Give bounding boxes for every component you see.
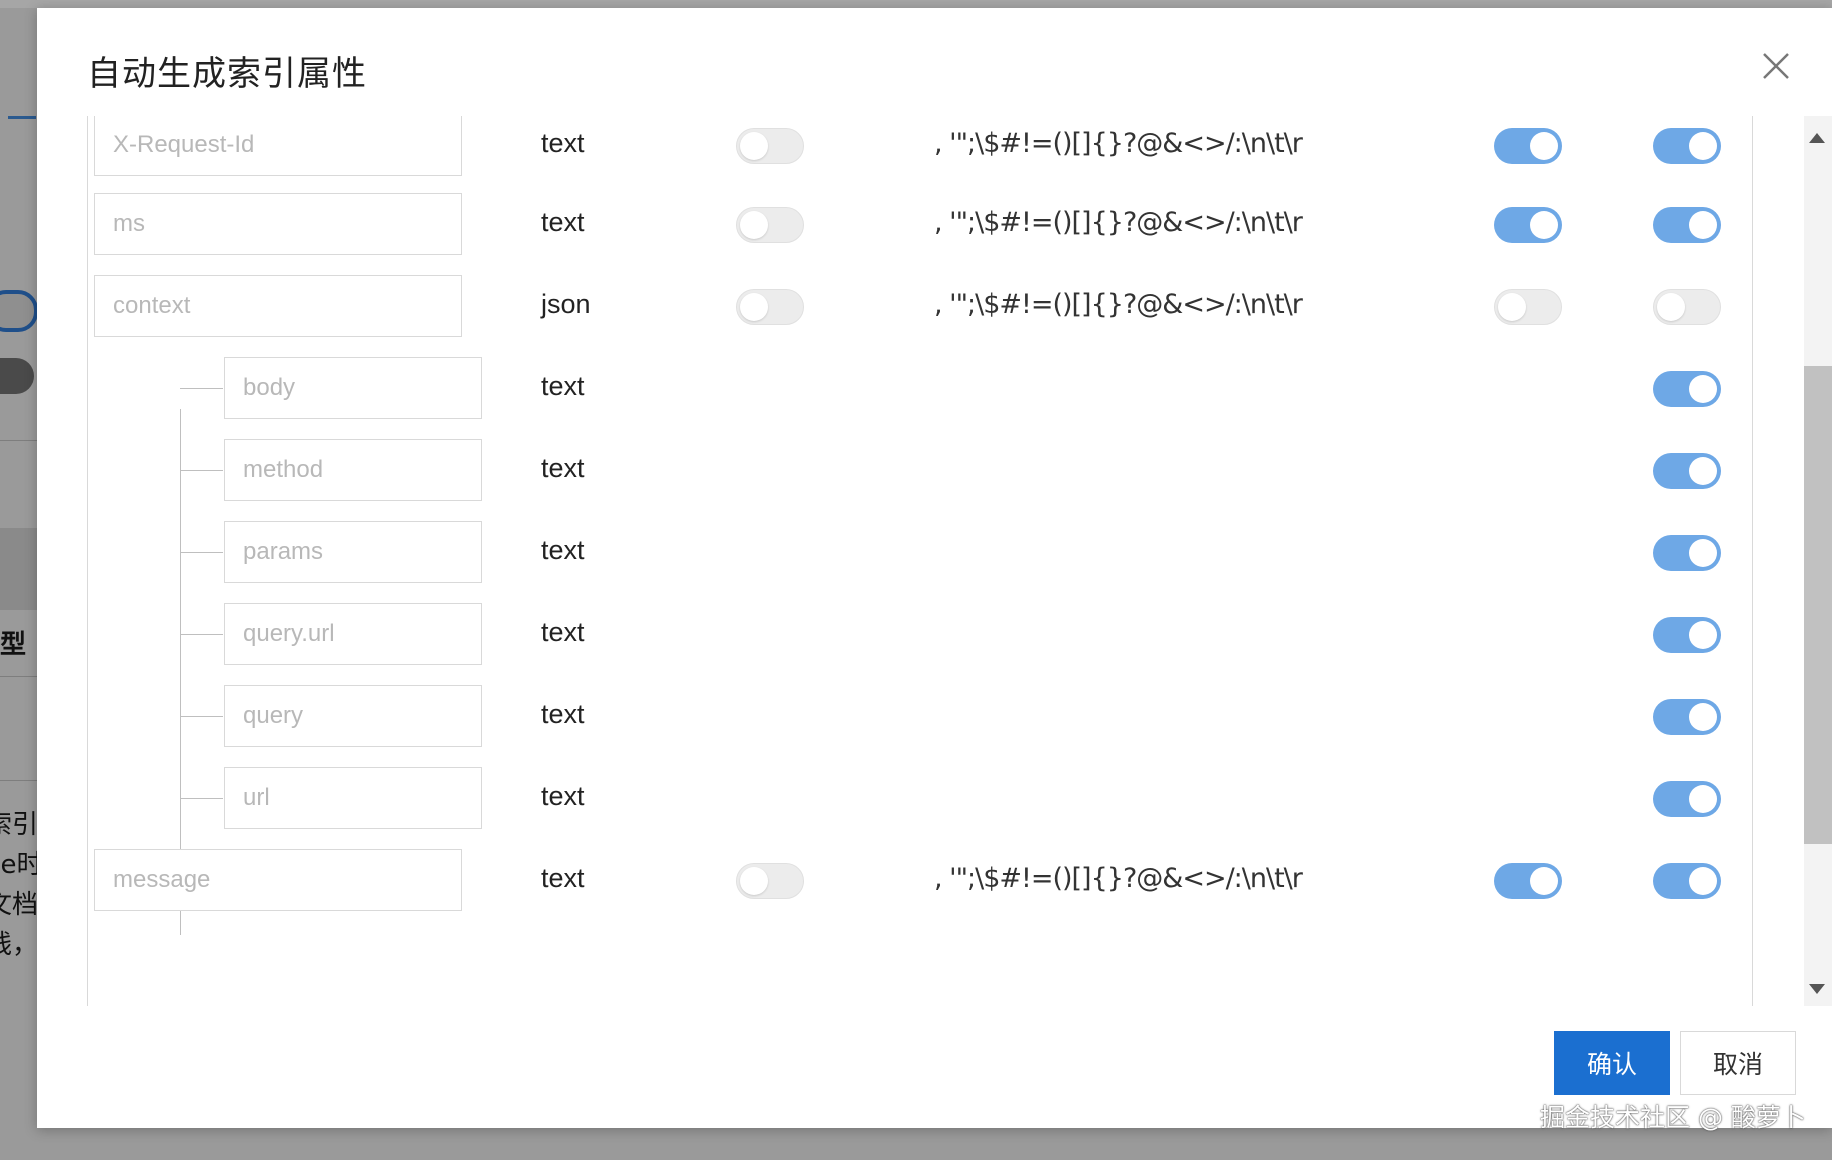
enable-stats-toggle[interactable] <box>1653 781 1721 817</box>
bg-toggle <box>0 358 34 394</box>
close-icon[interactable] <box>1756 46 1796 86</box>
bg-text: 文档 <box>0 890 39 920</box>
field-type-label: text <box>541 535 585 565</box>
delimiter-text: , '";\$#!=()[]{}?@&<>/:\n\t\r <box>934 863 1303 894</box>
toggle-knob <box>740 867 768 895</box>
toggle-knob <box>1657 293 1685 321</box>
toggle-knob <box>1530 867 1558 895</box>
toggle-knob <box>1689 867 1717 895</box>
field-type-label: text <box>541 128 585 158</box>
cancel-button[interactable]: 取消 <box>1680 1031 1796 1095</box>
field-type-label: text <box>541 617 585 647</box>
toggle-knob <box>740 211 768 239</box>
field-type-label: text <box>541 781 585 811</box>
field-row: ms text , '";\$#!=()[]{}?@&<>/:\n\t\r <box>88 193 1788 257</box>
toggle-knob <box>1689 211 1717 239</box>
toggle-knob <box>1530 211 1558 239</box>
field-name-input[interactable]: params <box>224 521 482 583</box>
case-sensitive-toggle[interactable] <box>736 289 804 325</box>
enable-stats-toggle[interactable] <box>1653 863 1721 899</box>
enable-stats-toggle[interactable] <box>1653 453 1721 489</box>
field-row: message text , '";\$#!=()[]{}?@&<>/:\n\t\r <box>88 849 1788 913</box>
field-type-label: text <box>541 699 585 729</box>
field-row: body text <box>88 357 1788 421</box>
field-name-input[interactable]: query.url <box>224 603 482 665</box>
bg-divider <box>0 676 37 677</box>
enable-stats-toggle[interactable] <box>1653 207 1721 243</box>
chinese-toggle[interactable] <box>1494 128 1562 164</box>
field-name-input[interactable]: method <box>224 439 482 501</box>
bg-toggle <box>0 290 38 332</box>
enable-stats-toggle[interactable] <box>1653 289 1721 325</box>
chinese-toggle[interactable] <box>1494 207 1562 243</box>
toggle-knob <box>740 293 768 321</box>
field-name-input[interactable]: body <box>224 357 482 419</box>
case-sensitive-toggle[interactable] <box>736 128 804 164</box>
field-name-input[interactable]: message <box>94 849 462 911</box>
case-sensitive-toggle[interactable] <box>736 863 804 899</box>
bg-divider <box>0 440 37 441</box>
enable-stats-toggle[interactable] <box>1653 699 1721 735</box>
toggle-knob <box>1498 293 1526 321</box>
field-row: url text <box>88 767 1788 831</box>
field-type-label: text <box>541 453 585 483</box>
field-row: X-Request-Id text , '";\$#!=()[]{}?@&<>/:\… <box>88 116 1788 178</box>
toggle-knob <box>1689 375 1717 403</box>
scroll-up-arrow-icon[interactable] <box>1809 133 1825 143</box>
toggle-knob <box>1689 132 1717 160</box>
scroll-down-arrow-icon[interactable] <box>1809 984 1825 994</box>
confirm-button[interactable]: 确认 <box>1554 1031 1670 1095</box>
bg-tab-underline <box>8 116 36 119</box>
watermark: 掘金技术社区 @ 酸萝卜 <box>1540 1103 1806 1132</box>
dialog-title: 自动生成索引属性 <box>87 54 367 94</box>
toggle-knob <box>740 132 768 160</box>
field-name-input[interactable]: url <box>224 767 482 829</box>
toggle-knob <box>1689 621 1717 649</box>
delimiter-text: , '";\$#!=()[]{}?@&<>/:\n\t\r <box>934 128 1303 159</box>
field-name-input[interactable]: X-Request-Id <box>94 116 462 176</box>
delimiter-text: , '";\$#!=()[]{}?@&<>/:\n\t\r <box>934 289 1303 320</box>
bg-header-block <box>0 528 37 610</box>
auto-index-dialog: 自动生成索引属性 X-Request-Id text , '";\$#!=()[]{… <box>37 8 1832 1128</box>
enable-stats-toggle[interactable] <box>1653 128 1721 164</box>
enable-stats-toggle[interactable] <box>1653 535 1721 571</box>
list-border <box>1752 116 1753 1006</box>
enable-stats-toggle[interactable] <box>1653 617 1721 653</box>
toggle-knob <box>1689 785 1717 813</box>
chinese-toggle[interactable] <box>1494 863 1562 899</box>
field-row: method text <box>88 439 1788 503</box>
chinese-toggle[interactable] <box>1494 289 1562 325</box>
toggle-knob <box>1530 132 1558 160</box>
toggle-knob <box>1689 539 1717 567</box>
bg-text: 索引 <box>0 810 39 840</box>
field-type-label: text <box>541 207 585 237</box>
field-name-input[interactable]: ms <box>94 193 462 255</box>
toggle-knob <box>1689 703 1717 731</box>
field-type-label: text <box>541 371 585 401</box>
field-list: X-Request-Id text , '";\$#!=()[]{}?@&<>/:\… <box>87 116 1788 1006</box>
field-row: context json , '";\$#!=()[]{}?@&<>/:\n\t\r <box>88 275 1788 339</box>
bg-text: 线， <box>0 930 39 960</box>
toggle-knob <box>1689 457 1717 485</box>
scrollbar-thumb[interactable] <box>1804 366 1832 844</box>
bg-top-edge <box>0 0 1832 8</box>
delimiter-text: , '";\$#!=()[]{}?@&<>/:\n\t\r <box>934 207 1303 238</box>
field-row: query text <box>88 685 1788 749</box>
field-row: params text <box>88 521 1788 585</box>
bg-divider <box>0 780 37 781</box>
field-name-input[interactable]: context <box>94 275 462 337</box>
case-sensitive-toggle[interactable] <box>736 207 804 243</box>
bg-text: 型 <box>0 630 27 660</box>
field-name-input[interactable]: query <box>224 685 482 747</box>
field-type-label: json <box>541 289 591 319</box>
enable-stats-toggle[interactable] <box>1653 371 1721 407</box>
field-row: query.url text <box>88 603 1788 667</box>
field-type-label: text <box>541 863 585 893</box>
